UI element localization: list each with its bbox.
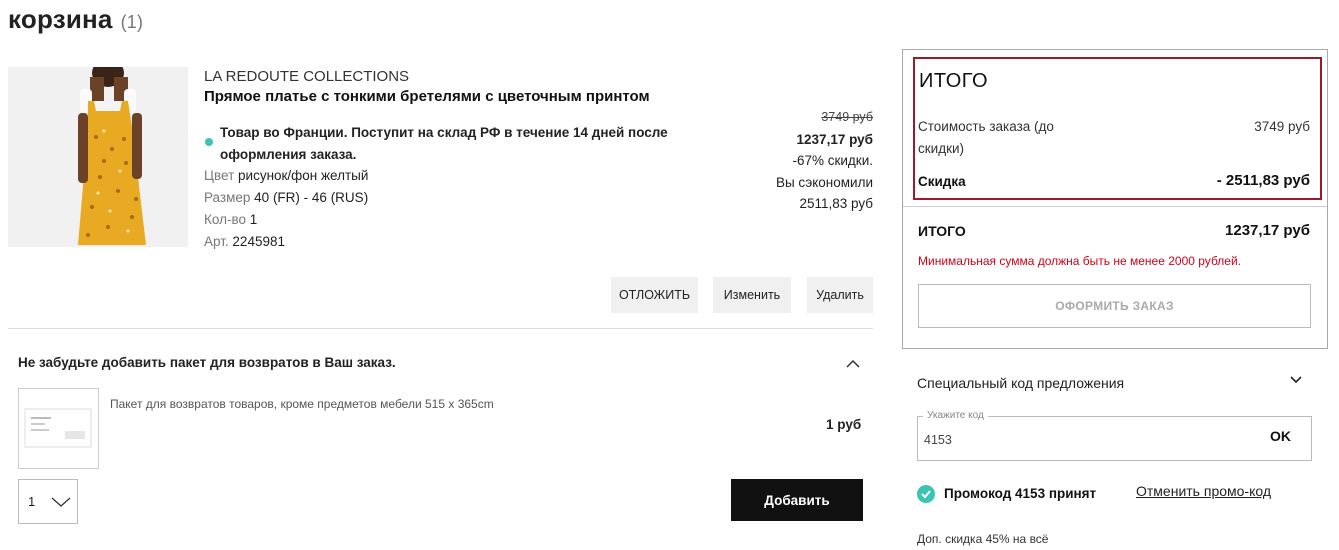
return-bag-description: Пакет для возвратов товаров, кроме предм… (110, 397, 494, 411)
check-icon (917, 485, 935, 503)
promo-title[interactable]: Специальный код предложения (917, 375, 1124, 391)
quantity-value: 1 (28, 494, 36, 509)
divider (8, 328, 873, 329)
saved-label: Вы сэкономили (775, 174, 873, 190)
cart-title: корзина (8, 4, 113, 34)
discount-percent: -67% скидки. (792, 153, 873, 168)
summary-divider (903, 206, 1327, 207)
delete-button[interactable]: Удалить (807, 277, 873, 313)
sku-value: 2245981 (232, 234, 285, 249)
checkout-button[interactable]: ОФОРМИТЬ ЗАКАЗ (918, 284, 1311, 328)
new-price: 1237,17 руб (796, 131, 873, 147)
return-bag-image (24, 408, 92, 448)
summary-heading: ИТОГО (919, 70, 989, 92)
saved-value: 2511,83 руб (799, 196, 873, 211)
availability-text: Товар во Франции. Поступит на склад РФ в… (220, 125, 668, 162)
promo-code-input[interactable]: 4153 (924, 433, 952, 447)
product-size: Размер 40 (FR) - 46 (RUS) (204, 190, 368, 205)
total-label: ИТОГО (918, 223, 966, 239)
product-name[interactable]: Прямое платье с тонкими бретелями с цвет… (204, 88, 650, 105)
chevron-down-icon (51, 497, 71, 507)
sku-label: Арт. (204, 234, 229, 249)
discount-value: - 2511,83 руб (1216, 172, 1310, 189)
size-value: 40 (FR) - 46 (RUS) (254, 190, 369, 205)
dress-illustration (8, 67, 188, 247)
edit-button[interactable]: Изменить (713, 277, 791, 313)
product-sku: Арт. 2245981 (204, 234, 285, 249)
min-amount-warning: Минимальная сумма должна быть не менее 2… (918, 254, 1241, 268)
promo-code-label: Укажите код (923, 410, 988, 421)
product-quantity: Кол-во 1 (204, 212, 257, 227)
color-label: Цвет (204, 168, 235, 183)
cost-label: Стоимость заказа (до скидки) (918, 119, 1054, 156)
product-color: Цвет рисунок/фон желтый (204, 168, 368, 183)
cart-count: (1) (120, 12, 144, 32)
availability-note: Товар во Франции. Поступит на склад РФ в… (204, 122, 724, 166)
product-brand[interactable]: LA REDOUTE COLLECTIONS (204, 68, 409, 85)
price-block: 3749 руб 1237,17 руб -67% скидки. Вы сэк… (776, 107, 873, 215)
return-bag-title: Не забудьте добавить пакет для возвратов… (18, 355, 396, 370)
postpone-button[interactable]: ОТЛОЖИТЬ (611, 277, 698, 313)
qty-value: 1 (249, 212, 258, 227)
product-image[interactable] (8, 67, 188, 247)
chevron-down-icon[interactable] (1289, 374, 1303, 386)
return-bag-thumbnail (18, 388, 99, 469)
apply-promo-button[interactable]: OK (1270, 428, 1291, 444)
qty-label: Кол-во (204, 212, 246, 227)
promo-accepted-text: Промокод 4153 принят (944, 486, 1097, 501)
total-value: 1237,17 руб (1225, 222, 1310, 239)
size-label: Размер (204, 190, 251, 205)
return-bag-price: 1 руб (826, 417, 862, 432)
availability-dot-icon (205, 138, 213, 146)
color-value: рисунок/фон желтый (238, 168, 369, 183)
cost-value: 3749 руб (1254, 119, 1310, 134)
page-title: корзина (1) (8, 4, 143, 35)
quantity-select[interactable]: 1 (18, 479, 78, 524)
add-button[interactable]: Добавить (731, 479, 863, 521)
chevron-up-icon[interactable] (845, 357, 861, 369)
extra-discount-text: Доп. скидка 45% на всё (917, 532, 1049, 546)
promo-code-field[interactable] (917, 416, 1312, 461)
old-price: 3749 руб (821, 110, 873, 124)
cancel-promo-link[interactable]: Отменить промо-код (1136, 483, 1271, 499)
discount-label: Скидка (918, 174, 966, 189)
